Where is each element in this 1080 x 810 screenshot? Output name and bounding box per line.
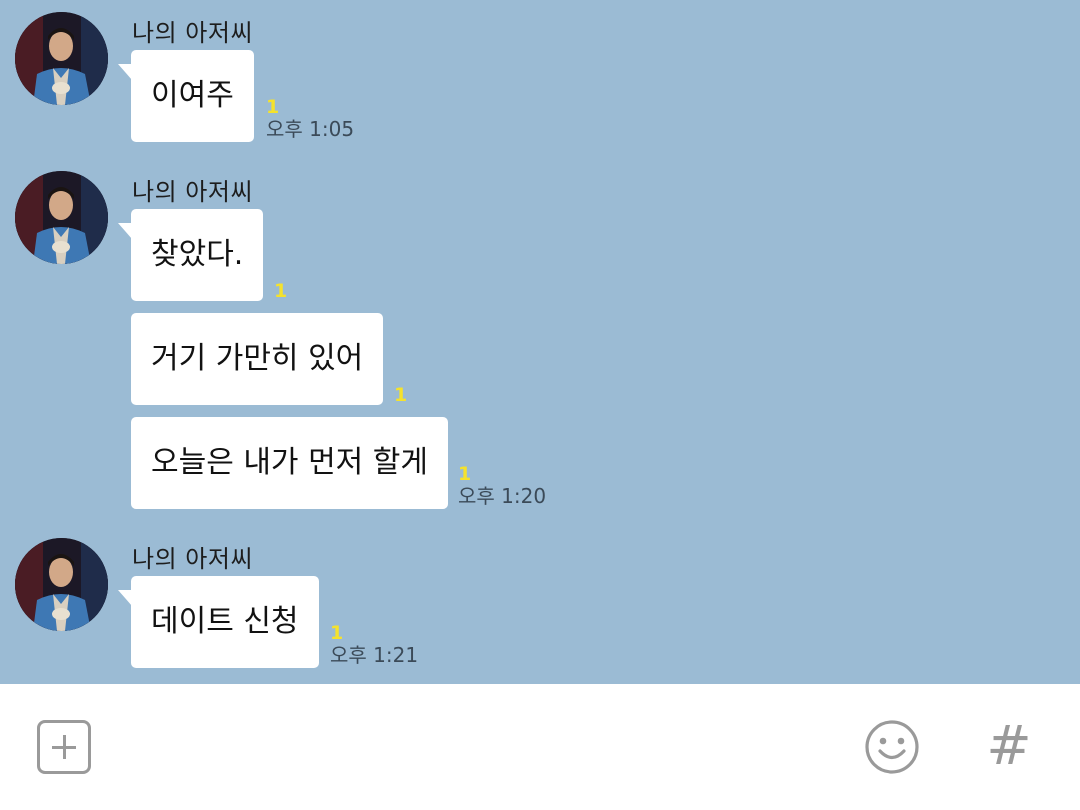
message-text: 오늘은 내가 먼저 할게 [151,445,429,480]
message-text: 이여주 [151,78,234,113]
unread-count: 1 [274,280,288,302]
bubble-tail [118,590,132,606]
message-bubble[interactable]: 거기 가만히 있어 [131,313,384,405]
message-meta: 1 오후 1:21 [330,623,418,667]
plus-square-icon[interactable] [37,720,91,774]
bubble-tail [118,64,132,80]
chat-area[interactable]: 나의 아저씨 이여주 1 오후 1:05 나의 아저씨 찾았다. 1 거기 가만… [0,0,1080,684]
unread-count: 1 [330,622,344,644]
message-bubble[interactable]: 오늘은 내가 먼저 할게 [131,417,449,509]
sender-avatar[interactable] [15,12,108,105]
sender-name: 나의 아저씨 [132,19,254,47]
message-time: 오후 1:05 [266,117,355,141]
message-text: 찾았다. [151,237,244,272]
bubble-tail [118,223,132,239]
sender-avatar[interactable] [15,538,108,631]
message-time: 오후 1:20 [458,484,547,508]
message-time: 오후 1:21 [330,643,419,667]
sender-avatar[interactable] [15,171,108,264]
smiley-icon[interactable] [864,719,920,775]
message-bubble[interactable]: 데이트 신청 [118,576,319,668]
message-bubble[interactable]: 이여주 [118,50,254,142]
hash-icon[interactable]: # [985,714,1033,778]
unread-count: 1 [266,96,280,118]
message-text: 거기 가만히 있어 [151,341,364,376]
message-meta: 1 오후 1:05 [266,97,354,141]
message-meta: 1 [394,385,407,405]
sender-name: 나의 아저씨 [132,545,254,573]
sender-name: 나의 아저씨 [132,178,254,206]
unread-count: 1 [458,463,472,485]
unread-count: 1 [394,384,408,406]
message-meta: 1 [274,281,287,301]
input-bar: # [0,684,1080,810]
message-bubble[interactable]: 찾았다. [118,209,264,301]
message-meta: 1 오후 1:20 [458,464,546,508]
message-text: 데이트 신청 [151,604,299,639]
